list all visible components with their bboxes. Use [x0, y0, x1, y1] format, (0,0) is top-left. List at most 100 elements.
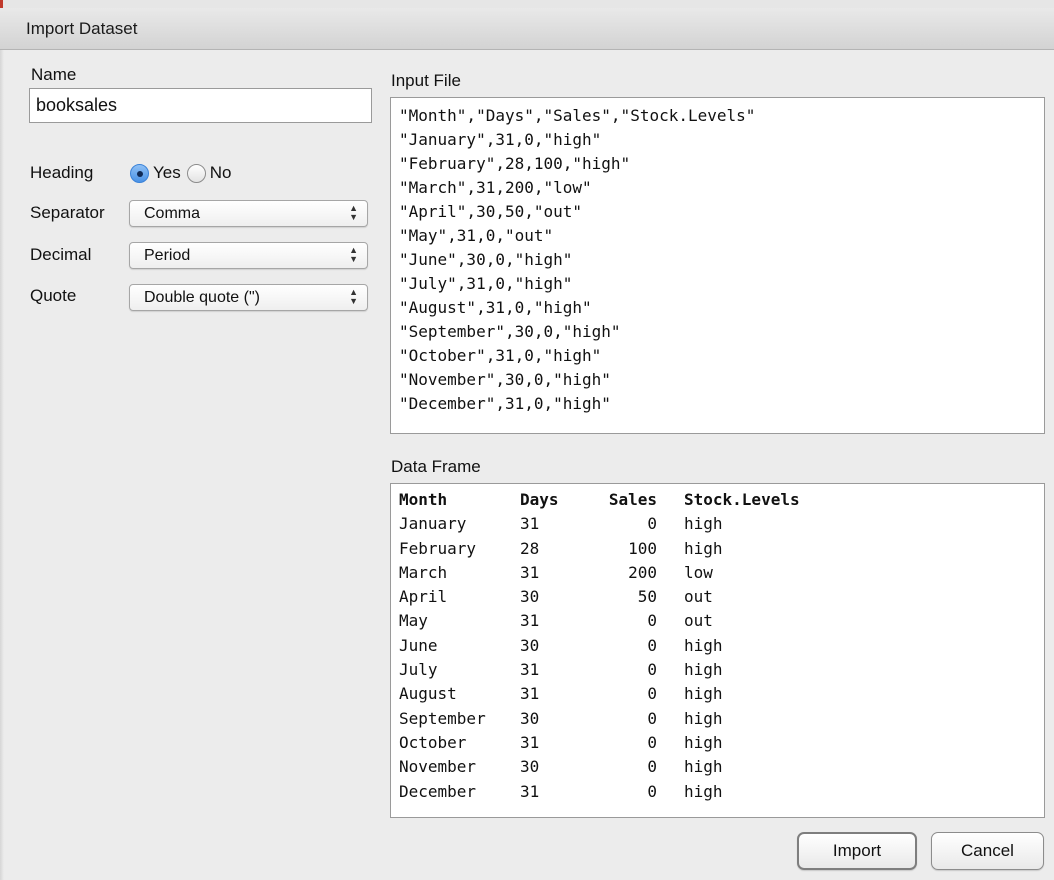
cell-sales: 0	[647, 781, 657, 801]
import-button[interactable]: Import	[797, 832, 917, 870]
updown-arrows-icon: ▲ ▼	[349, 245, 358, 264]
cell-sales: 50	[637, 587, 657, 607]
cell-stock-levels: high	[684, 708, 723, 728]
cell-stock-levels: out	[684, 587, 713, 607]
cell-days: 31	[520, 514, 540, 534]
separator-select[interactable]: Comma ▲ ▼	[129, 200, 368, 227]
input-file-label: Input File	[391, 71, 461, 90]
cell-stock-levels: high	[684, 732, 723, 752]
cell-days: 30	[520, 587, 540, 607]
heading-no-label[interactable]: No	[210, 163, 232, 183]
table-row: October 31 0 high	[399, 731, 1036, 755]
quote-label: Quote	[30, 286, 77, 305]
cancel-button[interactable]: Cancel	[931, 832, 1044, 870]
cell-days: 31	[520, 562, 540, 582]
heading-yes-label[interactable]: Yes	[153, 163, 181, 183]
separator-label: Separator	[30, 203, 105, 222]
heading-label: Heading	[30, 163, 94, 182]
table-row: February 28 100 high	[399, 537, 1036, 561]
input-file-preview[interactable]: "Month","Days","Sales","Stock.Levels" "Ja…	[390, 97, 1045, 434]
cell-month: October	[399, 732, 467, 752]
cell-days: 30	[520, 708, 540, 728]
cell-sales: 0	[647, 660, 657, 680]
input-file-line: "Month","Days","Sales","Stock.Levels"	[399, 106, 756, 125]
cell-sales: 200	[628, 562, 657, 582]
table-row: January 31 0 high	[399, 512, 1036, 536]
column-header-days: Days	[520, 490, 559, 509]
column-header-sales: Sales	[608, 490, 657, 509]
table-row: May 31 0 out	[399, 609, 1036, 633]
cell-month: June	[399, 635, 438, 655]
table-row: July 31 0 high	[399, 658, 1036, 682]
heading-radio-group: Yes No	[130, 161, 237, 185]
dialog-title: Import Dataset	[26, 19, 138, 38]
cell-sales: 100	[628, 538, 657, 558]
column-header-stock-levels: Stock.Levels	[684, 490, 800, 509]
top-strip	[0, 0, 1054, 8]
decimal-label: Decimal	[30, 245, 92, 264]
cell-stock-levels: high	[684, 660, 723, 680]
cell-stock-levels: high	[684, 781, 723, 801]
table-row: November 30 0 high	[399, 755, 1036, 779]
cell-stock-levels: high	[684, 757, 723, 777]
cell-days: 28	[520, 538, 540, 558]
heading-yes-radio[interactable]	[130, 163, 149, 183]
input-file-line: "November",30,0,"high"	[399, 370, 611, 389]
heading-no-radio[interactable]	[186, 163, 206, 183]
cell-sales: 0	[647, 635, 657, 655]
input-file-line: "October",31,0,"high"	[399, 346, 602, 365]
cell-month: July	[399, 660, 438, 680]
cell-days: 31	[520, 781, 540, 801]
table-row: September 30 0 high	[399, 707, 1036, 731]
quote-select[interactable]: Double quote (") ▲ ▼	[129, 284, 368, 311]
table-row: August 31 0 high	[399, 682, 1036, 706]
input-file-line: "January",31,0,"high"	[399, 130, 602, 149]
cell-month: December	[399, 781, 477, 801]
cell-stock-levels: high	[684, 635, 723, 655]
cell-sales: 0	[647, 611, 657, 631]
input-file-line: "August",31,0,"high"	[399, 298, 592, 317]
name-input[interactable]	[29, 88, 372, 123]
cell-sales: 0	[647, 514, 657, 534]
table-row: March 31 200 low	[399, 561, 1036, 585]
data-frame-header-row: Month Days Sales Stock.Levels	[399, 488, 1036, 512]
data-frame-label: Data Frame	[391, 457, 481, 476]
input-file-line: "February",28,100,"high"	[399, 154, 631, 173]
cell-month: August	[399, 684, 457, 704]
cell-days: 31	[520, 660, 540, 680]
cell-stock-levels: low	[684, 562, 713, 582]
cell-month: May	[399, 611, 428, 631]
input-file-line: "September",30,0,"high"	[399, 322, 621, 341]
input-file-line: "July",31,0,"high"	[399, 274, 573, 293]
input-file-line: "March",31,200,"low"	[399, 178, 592, 197]
cell-days: 31	[520, 684, 540, 704]
table-row: June 30 0 high	[399, 634, 1036, 658]
updown-arrows-icon: ▲ ▼	[349, 203, 358, 222]
cell-sales: 0	[647, 684, 657, 704]
cell-month: January	[399, 514, 467, 534]
table-row: April 30 50 out	[399, 585, 1036, 609]
window-accent	[0, 0, 3, 8]
cell-sales: 0	[647, 708, 657, 728]
input-file-line: "December",31,0,"high"	[399, 394, 611, 413]
input-file-line: "June",30,0,"high"	[399, 250, 573, 269]
quote-value: Double quote (")	[144, 289, 260, 306]
cell-sales: 0	[647, 732, 657, 752]
updown-arrows-icon: ▲ ▼	[349, 287, 358, 306]
data-frame-preview[interactable]: Month Days Sales Stock.Levels January 31 0 high…	[390, 483, 1045, 818]
input-file-line: "May",31,0,"out"	[399, 226, 554, 245]
cell-month: March	[399, 562, 448, 582]
left-edge	[0, 8, 4, 880]
input-file-line: "April",30,50,"out"	[399, 202, 583, 221]
cell-days: 30	[520, 635, 540, 655]
cell-sales: 0	[647, 757, 657, 777]
cell-days: 31	[520, 611, 540, 631]
cell-stock-levels: high	[684, 538, 723, 558]
cell-stock-levels: out	[684, 611, 713, 631]
decimal-select[interactable]: Period ▲ ▼	[129, 242, 368, 269]
cell-stock-levels: high	[684, 684, 723, 704]
name-label: Name	[31, 65, 77, 84]
separator-value: Comma	[144, 205, 201, 222]
cell-days: 30	[520, 757, 540, 777]
decimal-value: Period	[144, 247, 191, 264]
